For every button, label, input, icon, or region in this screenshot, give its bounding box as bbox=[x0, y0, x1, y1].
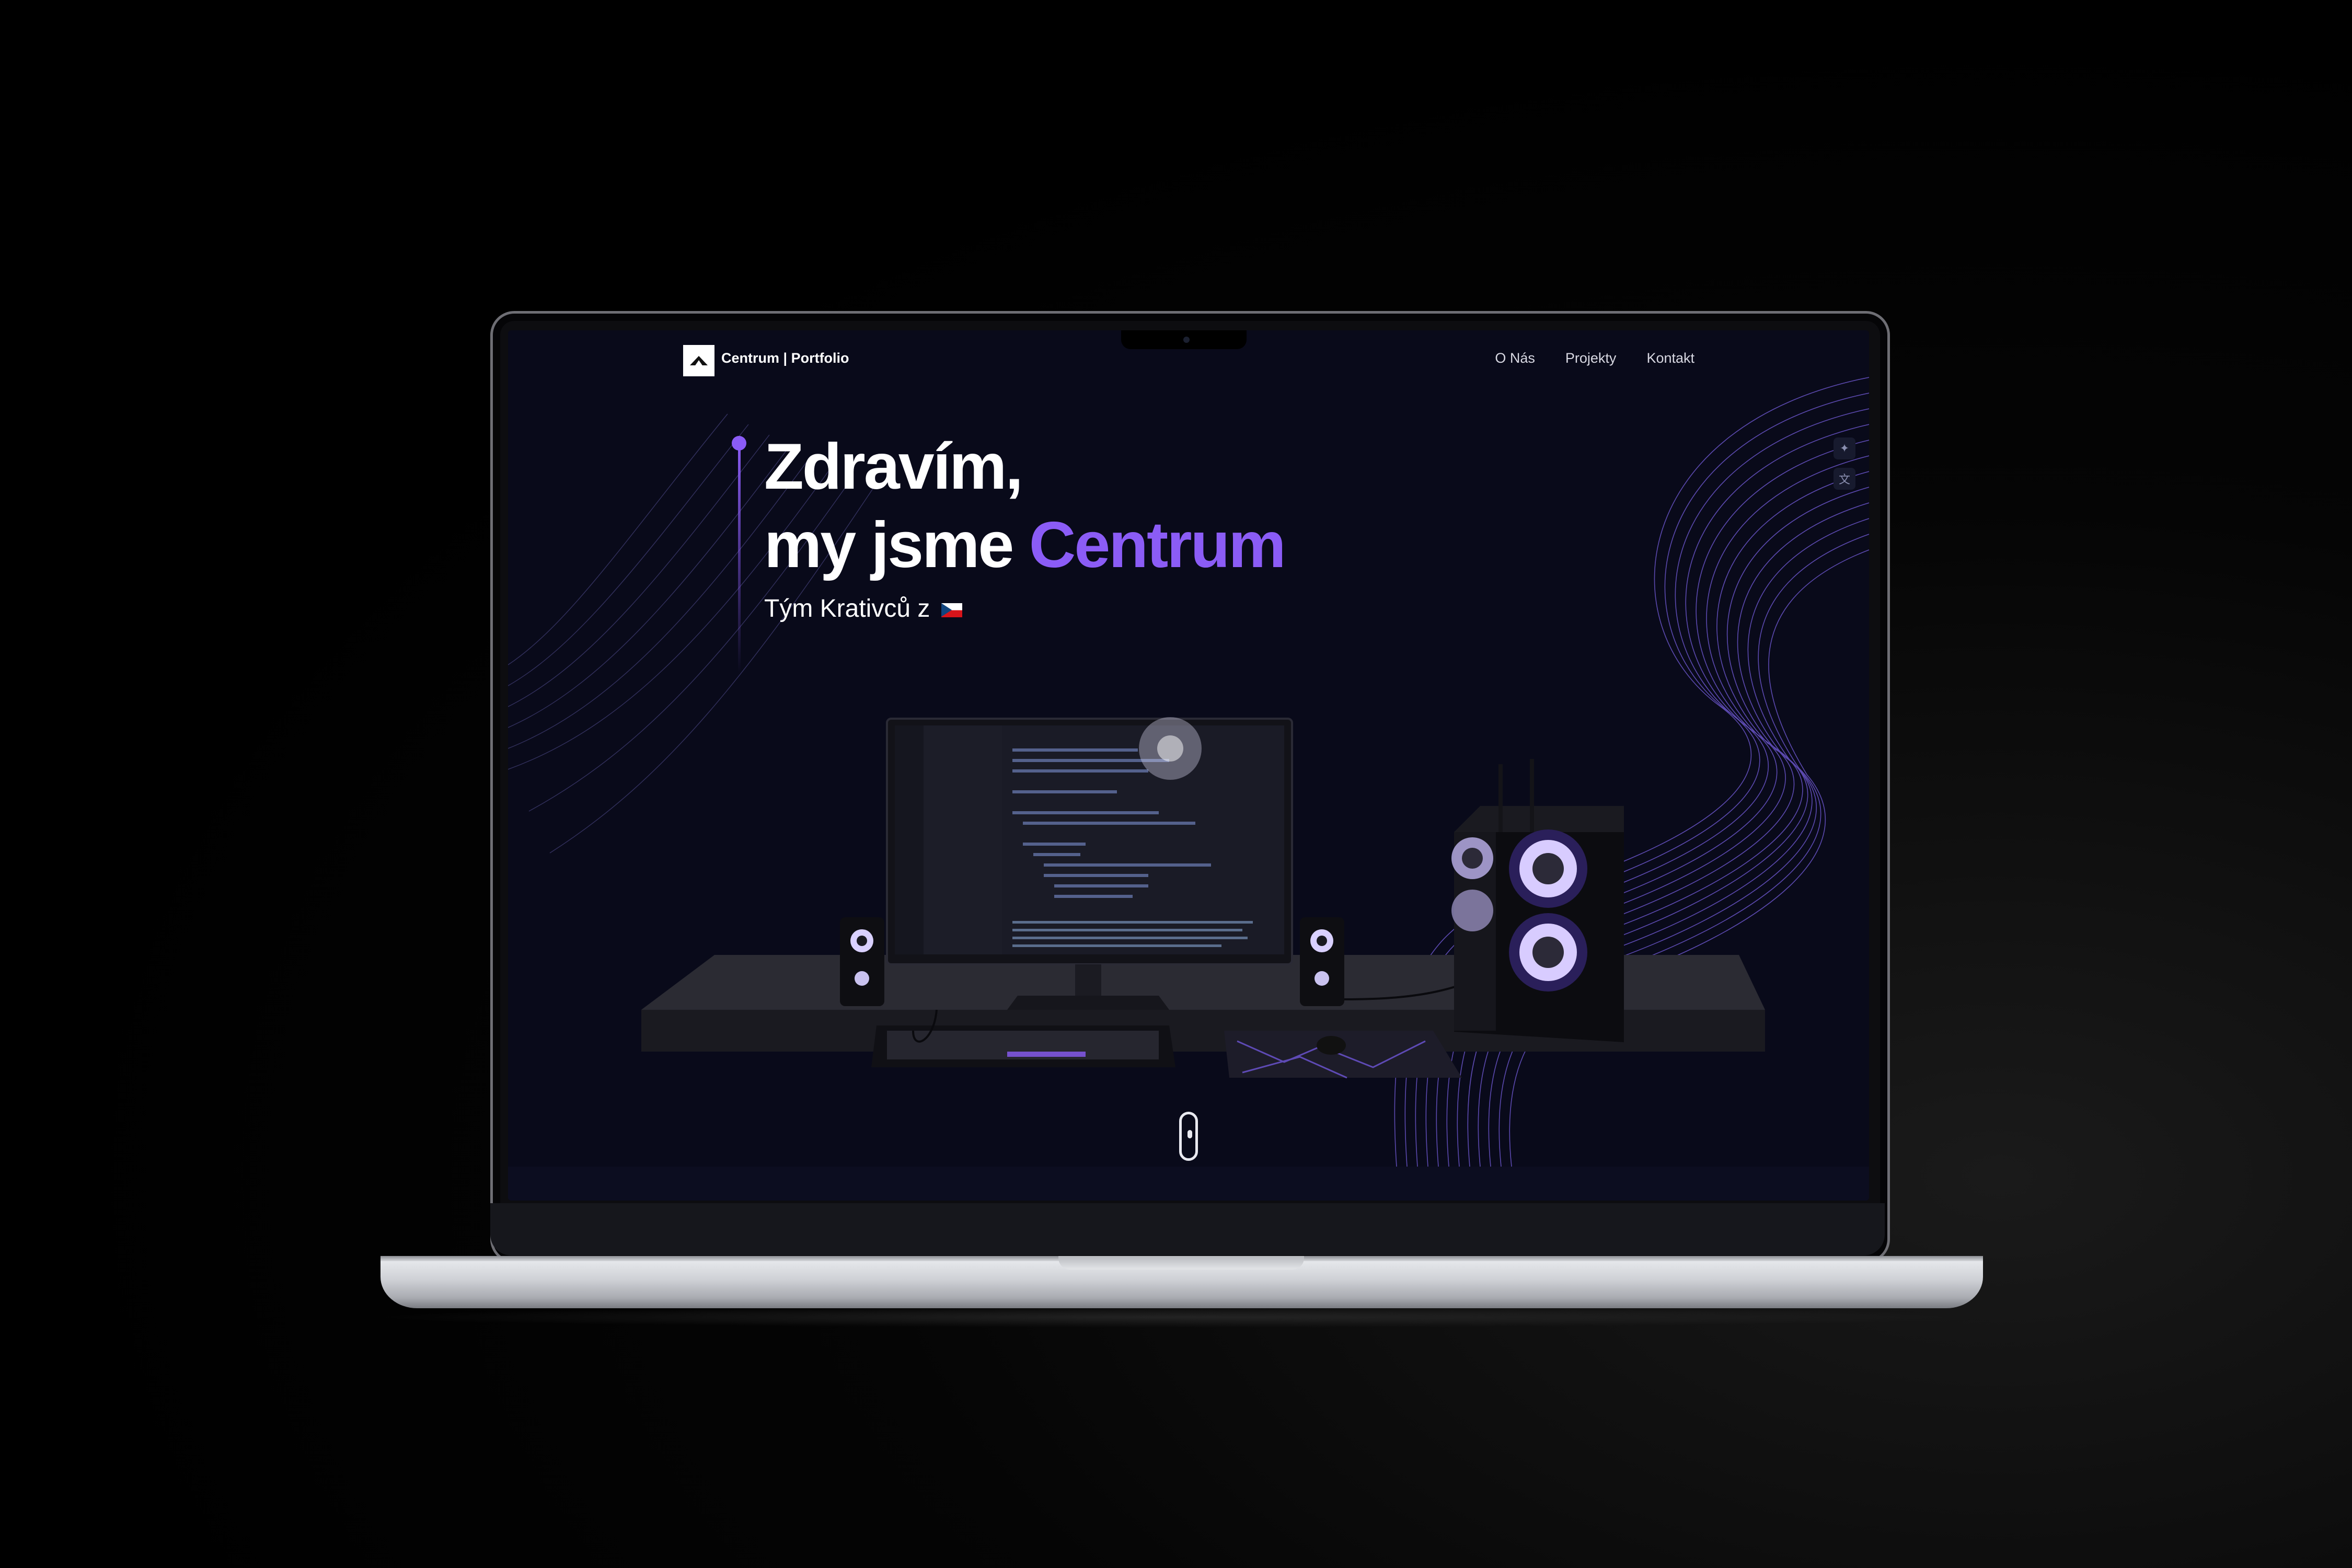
main-nav: O Nás Projekty Kontakt bbox=[1495, 350, 1694, 366]
website-screen: Centrum | Portfolio O Nás Projekty Konta… bbox=[508, 330, 1869, 1201]
laptop-trackpad-notch bbox=[1058, 1256, 1304, 1270]
hero-accent-line bbox=[738, 443, 741, 673]
hero-headline: my jsme Centrum bbox=[764, 508, 1286, 582]
sparkle-icon[interactable]: ✦ bbox=[1834, 437, 1855, 459]
scroll-indicator[interactable] bbox=[1179, 1112, 1198, 1161]
camera-icon bbox=[1183, 337, 1190, 343]
nav-link-kontakt[interactable]: Kontakt bbox=[1646, 350, 1694, 366]
desk-setup-illustration bbox=[641, 717, 1765, 1079]
nav-link-projekty[interactable]: Projekty bbox=[1565, 350, 1617, 366]
czech-flag-icon bbox=[941, 603, 962, 617]
hero-greeting: Zdravím, bbox=[764, 431, 1023, 503]
laptop-shadow bbox=[366, 1307, 1997, 1328]
page-bottom-bar bbox=[508, 1167, 1869, 1201]
scroll-indicator-dot bbox=[1187, 1130, 1192, 1138]
hero-subtitle: Tým Krativců z bbox=[764, 594, 962, 623]
logo-icon[interactable] bbox=[683, 345, 714, 376]
hero-subtitle-text: Tým Krativců z bbox=[764, 595, 930, 622]
side-tools: ✦ 文 bbox=[1834, 437, 1855, 490]
hero-headline-accent: Centrum bbox=[1029, 509, 1286, 581]
nav-link-o-nas[interactable]: O Nás bbox=[1495, 350, 1535, 366]
brand-name[interactable]: Centrum | Portfolio bbox=[721, 350, 849, 366]
hero-headline-prefix: my jsme bbox=[764, 509, 1029, 581]
laptop-chin bbox=[490, 1203, 1885, 1255]
translate-icon[interactable]: 文 bbox=[1834, 468, 1855, 490]
